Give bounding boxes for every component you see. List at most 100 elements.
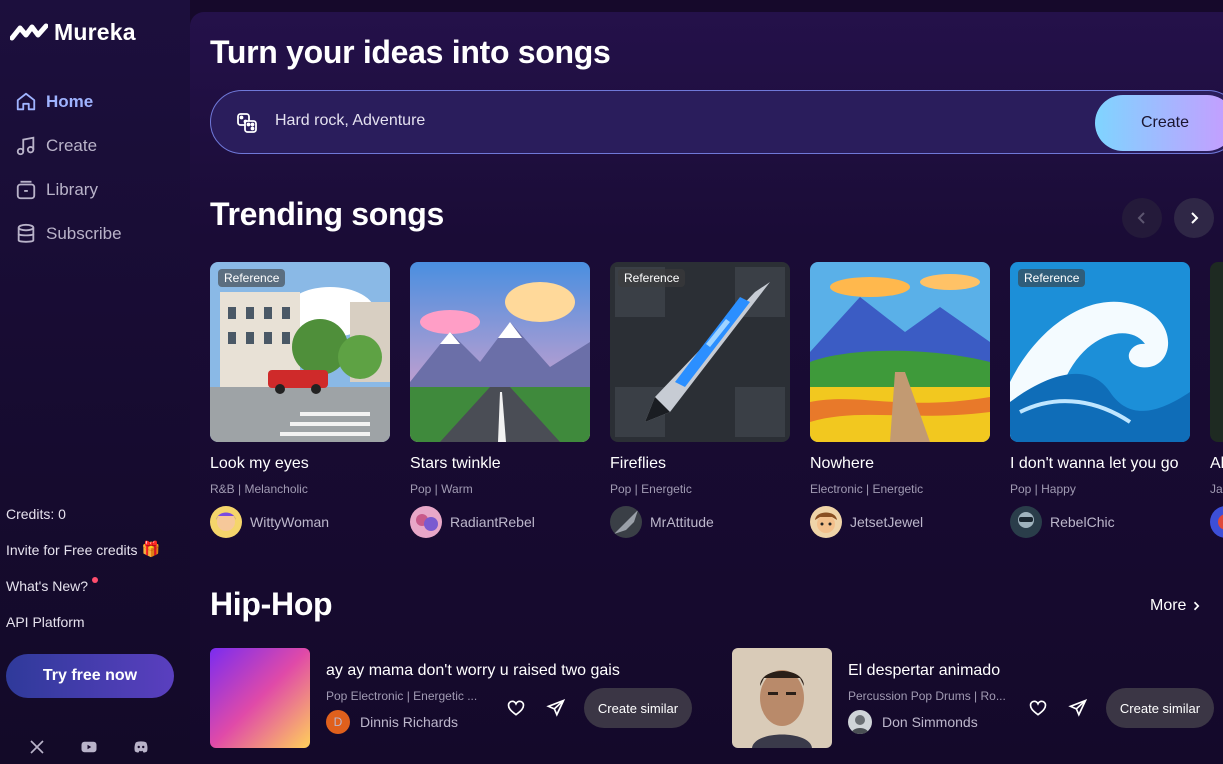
avatar — [1210, 506, 1223, 538]
song-title[interactable]: Nowhere — [810, 455, 990, 473]
track-title[interactable]: ay ay mama don't worry u raised two gais — [326, 662, 620, 680]
logo[interactable]: Mureka — [10, 18, 136, 46]
credits-counter[interactable]: Credits: 0 — [6, 502, 160, 538]
portrait-cover-image — [732, 648, 832, 748]
sidebar: Mureka Home Create Library Subscribe Cre… — [0, 0, 190, 764]
hiphop-title: Hip-Hop — [210, 586, 333, 622]
avatar — [410, 506, 442, 538]
song-author[interactable]: RadiantRebel — [410, 506, 590, 538]
author-name: RebelChic — [1050, 514, 1115, 530]
page-headline: Turn your ideas into songs — [210, 34, 611, 70]
create-button[interactable]: Create — [1095, 95, 1223, 151]
prompt-input[interactable]: Hard rock, Adventure — [275, 112, 425, 130]
track-title[interactable]: El despertar animado — [848, 662, 1000, 680]
reference-badge: Reference — [218, 269, 286, 287]
cover-street-image — [210, 262, 390, 442]
author-name: MrAttitude — [650, 514, 714, 530]
song-title[interactable]: I don't wanna let you go — [1010, 455, 1190, 473]
home-icon — [16, 92, 36, 111]
nav-label-library: Library — [46, 180, 98, 199]
youtube-icon[interactable] — [80, 738, 98, 756]
song-tags: R&B | Melancholic — [210, 482, 308, 496]
track-thumbnail[interactable] — [210, 648, 310, 748]
avatar — [848, 710, 872, 734]
nav-label-subscribe: Subscribe — [46, 224, 122, 243]
song-tags: Pop | Energetic — [610, 482, 692, 496]
track-author[interactable]: Don Simmonds — [848, 710, 978, 734]
reference-badge: Reference — [618, 269, 686, 287]
song-card[interactable]: Reference Fireflies Pop | Energetic MrAt… — [610, 262, 790, 538]
list-item[interactable]: ay ay mama don't worry u raised two gais… — [210, 648, 710, 748]
song-cover[interactable]: Reference — [210, 262, 390, 442]
song-card[interactable]: Reference Look my eyes R&B | Melancholic… — [210, 262, 390, 538]
avatar: D — [326, 710, 350, 734]
share-icon[interactable] — [546, 698, 566, 718]
song-tags: Pop | Warm — [410, 482, 473, 496]
chevron-right-icon — [1191, 212, 1199, 224]
nav-item-library[interactable]: Library — [15, 168, 122, 212]
song-tags: Ja — [1210, 482, 1223, 496]
song-author[interactable]: WittyWoman — [210, 506, 390, 538]
heart-icon[interactable] — [506, 698, 526, 718]
nav-item-subscribe[interactable]: Subscribe — [15, 212, 122, 256]
song-title[interactable]: Fireflies — [610, 455, 790, 473]
share-icon[interactable] — [1068, 698, 1088, 718]
nav-item-home[interactable]: Home — [15, 80, 122, 124]
song-title[interactable]: Al — [1210, 455, 1223, 473]
song-title[interactable]: Look my eyes — [210, 455, 390, 473]
song-cover[interactable]: Reference — [1010, 262, 1190, 442]
dice-icon[interactable] — [235, 111, 259, 135]
song-author[interactable]: JetsetJewel — [810, 506, 990, 538]
create-similar-button[interactable]: Create similar — [1106, 688, 1214, 728]
notification-dot — [92, 577, 99, 583]
api-platform-link[interactable]: API Platform — [6, 610, 160, 646]
song-card[interactable]: Nowhere Electronic | Energetic JetsetJew… — [810, 262, 990, 538]
author-name: RadiantRebel — [450, 514, 535, 530]
x-icon[interactable] — [28, 738, 46, 756]
song-author[interactable]: RebelChic — [1010, 506, 1190, 538]
song-card[interactable]: Al Ja — [1210, 262, 1223, 538]
create-similar-button[interactable]: Create similar — [584, 688, 692, 728]
nav-label-home: Home — [46, 92, 94, 111]
discord-icon[interactable] — [132, 738, 150, 756]
main-panel: Turn your ideas into songs Hard rock, Ad… — [190, 12, 1223, 764]
avatar — [610, 506, 642, 538]
song-cover[interactable]: Reference — [610, 262, 790, 442]
track-tags: Pop Electronic | Energetic ... — [326, 689, 478, 703]
trending-prev-button[interactable] — [1122, 198, 1162, 238]
gift-icon: 🎁 — [141, 541, 161, 558]
track-tags: Percussion Pop Drums | Ro... — [848, 689, 1006, 703]
song-title[interactable]: Stars twinkle — [410, 455, 590, 473]
invite-link[interactable]: Invite for Free credits 🎁 — [6, 538, 160, 574]
song-card[interactable]: Stars twinkle Pop | Warm RadiantRebel — [410, 262, 590, 538]
author-name: Don Simmonds — [882, 714, 978, 730]
nav-item-create[interactable]: Create — [15, 124, 122, 168]
avatar — [1010, 506, 1042, 538]
cover-mountain-road-image — [410, 262, 590, 442]
song-author[interactable] — [1210, 506, 1223, 538]
more-label: More — [1150, 597, 1187, 614]
try-free-button[interactable]: Try free now — [6, 654, 174, 698]
song-card[interactable]: Reference I don't wanna let you go Pop |… — [1010, 262, 1190, 538]
song-cover[interactable] — [1210, 262, 1223, 442]
list-item[interactable]: El despertar animado Percussion Pop Drum… — [732, 648, 1223, 748]
cover-wave-image — [1010, 262, 1190, 442]
app-name: Mureka — [54, 18, 136, 45]
cover-valley-image — [810, 262, 990, 442]
sidebar-links: Credits: 0 Invite for Free credits 🎁 Wha… — [6, 502, 160, 646]
song-cover[interactable] — [810, 262, 990, 442]
prompt-bar: Hard rock, Adventure Create — [210, 90, 1223, 154]
database-icon — [17, 223, 35, 243]
song-author[interactable]: MrAttitude — [610, 506, 790, 538]
track-author[interactable]: D Dinnis Richards — [326, 710, 458, 734]
cover-spaceship-image — [610, 262, 790, 442]
author-name: JetsetJewel — [850, 514, 924, 530]
whats-new-link[interactable]: What's New? — [6, 574, 160, 610]
chevron-right-icon — [1194, 601, 1200, 611]
heart-icon[interactable] — [1028, 698, 1048, 718]
hiphop-more-link[interactable]: More — [1150, 597, 1202, 615]
trending-next-button[interactable] — [1174, 198, 1214, 238]
library-icon — [16, 180, 36, 200]
track-thumbnail[interactable] — [732, 648, 832, 748]
song-cover[interactable] — [410, 262, 590, 442]
